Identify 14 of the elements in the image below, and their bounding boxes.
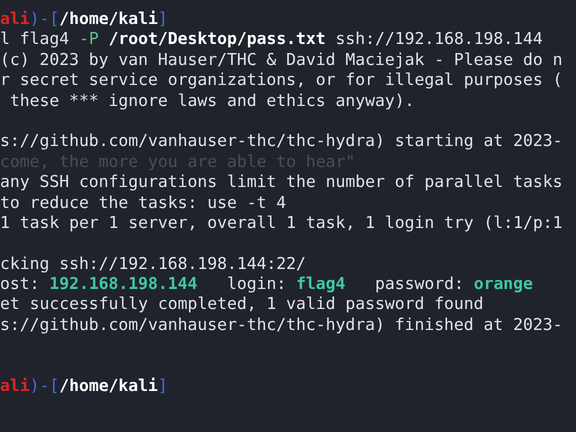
terminal-line: r secret service organizations, or for illegal purposes ( (0, 70, 562, 91)
terminal-line: cking ssh://192.168.198.144:22/ (0, 254, 306, 274)
terminal-line: ali)-[/home/kali] (0, 9, 168, 30)
terminal-line: s://github.com/vanhauser-thc/thc-hydra) starting at 2023- (0, 131, 562, 152)
terminal-line: ali)-[/home/kali] (0, 376, 168, 396)
terminal-line: these *** ignore laws and ethics anyway). (8, 90, 414, 111)
terminal-line: l flag4 -P /root/Desktop/pass.txt ssh://192.168.198.144 (0, 29, 543, 50)
terminal-line: s://github.com/vanhauser-thc/thc-hydra) finished at 2023- (0, 314, 562, 336)
terminal-line: et successfully completed, 1 valid password found (0, 294, 484, 315)
terminal-line: any SSH configurations limit the number of parallel tasks (0, 172, 562, 193)
terminal-line: 1 task per 1 server, overall 1 task, 1 login try (l:1/p:1 (0, 212, 562, 234)
terminal-line: (c) 2023 by van Hauser/THC & David Maciejak - Please do n (0, 50, 562, 70)
terminal-line: to reduce the tasks: use -t 4 (0, 192, 286, 213)
terminal-line: ost: 192.168.198.144 login: flag4 password: orange (0, 274, 533, 294)
